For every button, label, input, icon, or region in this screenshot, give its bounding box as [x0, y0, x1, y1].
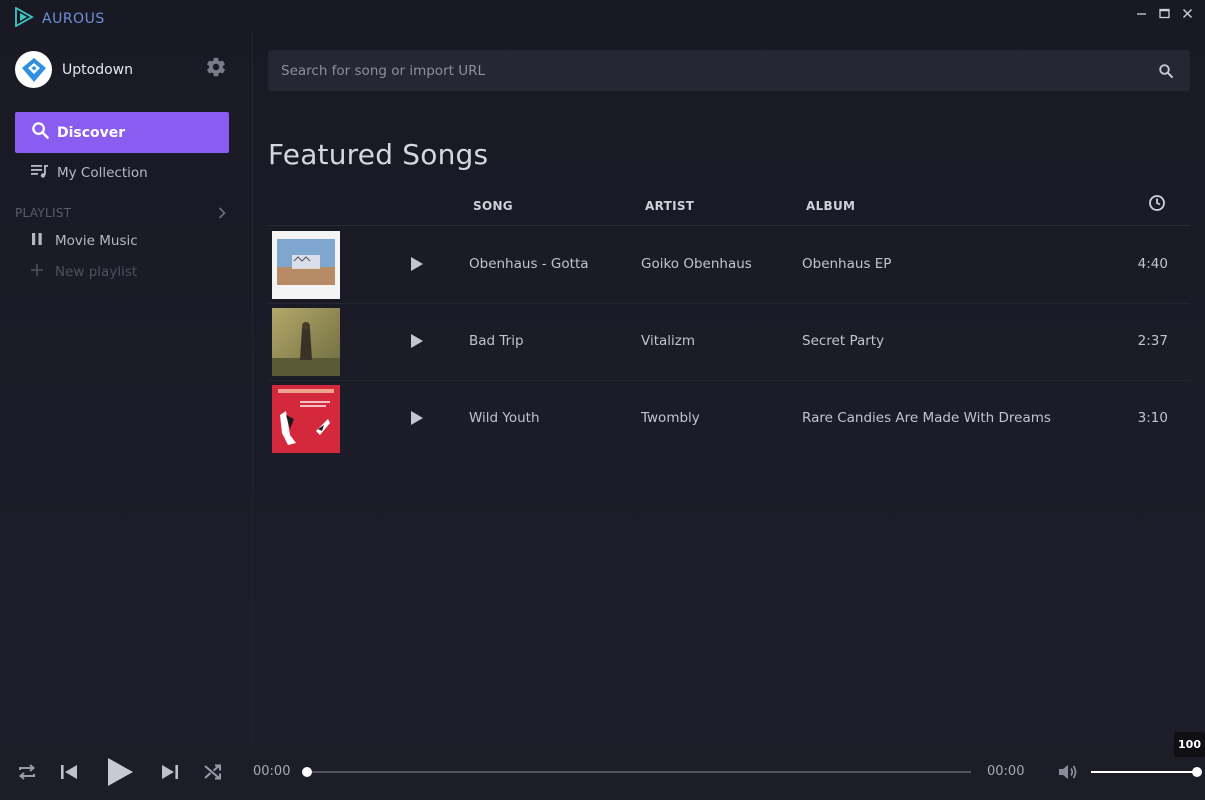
title-bar: AUROUS [0, 0, 1205, 32]
song-artist: Vitalizm [641, 333, 695, 349]
song-title: Obenhaus - Gotta [469, 256, 589, 272]
playlist-header-label: PLAYLIST [15, 206, 72, 220]
volume-slider[interactable] [1091, 767, 1202, 777]
seek-bar-handle[interactable] [302, 767, 312, 777]
close-icon[interactable] [1176, 4, 1199, 22]
nav-discover-label: Discover [57, 124, 126, 141]
song-album: Rare Candies Are Made With Dreams [802, 410, 1051, 426]
playlist-item-label: Movie Music [55, 233, 138, 249]
seek-bar[interactable] [302, 767, 971, 777]
user-name: Uptodown [62, 61, 133, 78]
album-cover [272, 385, 340, 453]
column-header-song[interactable]: SONG [473, 199, 513, 213]
song-title: Bad Trip [469, 333, 524, 349]
songs-table-header: SONG ARTIST ALBUM [268, 190, 1190, 226]
album-cover [272, 231, 340, 299]
song-album: Secret Party [802, 333, 885, 349]
app-name: AUROUS [42, 11, 105, 27]
search-bar [268, 50, 1190, 91]
album-cover [272, 308, 340, 376]
page-title: Featured Songs [268, 138, 489, 171]
search-icon[interactable] [1158, 63, 1174, 79]
previous-track-icon[interactable] [58, 761, 80, 783]
playlist-item-movie-music[interactable]: Movie Music [19, 232, 138, 250]
current-time: 00:00 [253, 764, 291, 779]
song-artist: Twombly [641, 410, 700, 426]
play-icon[interactable] [105, 756, 135, 788]
play-icon[interactable] [410, 410, 424, 426]
song-album: Obenhaus EP [802, 256, 892, 272]
minimize-icon[interactable] [1130, 4, 1153, 22]
player-bar: 00:00 00:00 [0, 744, 1205, 800]
clock-icon[interactable] [1148, 194, 1166, 212]
shuffle-icon[interactable] [202, 761, 224, 783]
gear-icon[interactable] [205, 56, 227, 78]
play-icon[interactable] [410, 333, 424, 349]
table-row[interactable]: Bad Trip Vitalizm Secret Party 2:37 [268, 304, 1190, 381]
app-brand: AUROUS [14, 6, 105, 31]
app-window: AUROUS Uptodown Discover My Collection P… [0, 0, 1205, 800]
pause-icon [30, 232, 44, 250]
search-icon [31, 121, 50, 144]
nav-my-collection[interactable]: My Collection [15, 161, 229, 185]
column-header-artist[interactable]: ARTIST [645, 199, 694, 213]
song-duration: 3:10 [1137, 410, 1168, 426]
new-playlist-button[interactable]: New playlist [19, 263, 137, 281]
play-icon[interactable] [410, 256, 424, 272]
plus-icon [30, 263, 44, 281]
volume-icon[interactable] [1057, 762, 1079, 782]
column-header-album[interactable]: ALBUM [806, 199, 855, 213]
song-artist: Goiko Obenhaus [641, 256, 752, 272]
playlist-header: PLAYLIST [15, 204, 229, 222]
aurous-logo-icon [14, 6, 34, 31]
song-duration: 4:40 [1137, 256, 1168, 272]
volume-tooltip: 100 [1174, 732, 1205, 757]
avatar [15, 51, 52, 88]
volume-slider-handle[interactable] [1192, 767, 1202, 777]
total-time: 00:00 [987, 764, 1025, 779]
chevron-right-icon[interactable] [215, 206, 229, 220]
uptodown-logo-icon [21, 57, 46, 82]
window-controls [1130, 4, 1199, 22]
next-track-icon[interactable] [159, 761, 181, 783]
new-playlist-label: New playlist [55, 264, 138, 280]
song-duration: 2:37 [1137, 333, 1168, 349]
volume-slider-fill [1091, 771, 1197, 773]
nav-my-collection-label: My Collection [57, 165, 148, 181]
sidebar: Uptodown Discover My Collection PLAYLIST [0, 32, 253, 744]
search-input[interactable] [268, 50, 1158, 91]
playlist-icon [31, 163, 49, 183]
nav-discover[interactable]: Discover [15, 112, 229, 153]
maximize-icon[interactable] [1153, 4, 1176, 22]
table-row[interactable]: Wild Youth Twombly Rare Candies Are Made… [268, 381, 1190, 458]
repeat-icon[interactable] [16, 761, 38, 783]
table-row[interactable]: Obenhaus - Gotta Goiko Obenhaus Obenhaus… [268, 227, 1190, 304]
user-profile[interactable]: Uptodown [15, 51, 133, 88]
song-title: Wild Youth [469, 410, 540, 426]
